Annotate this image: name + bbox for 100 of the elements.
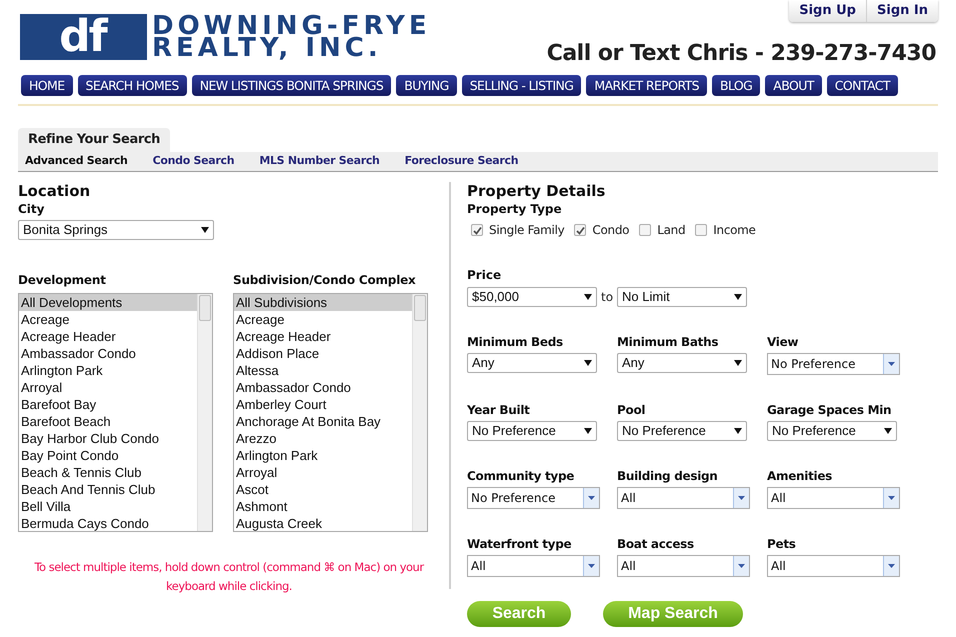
account-link[interactable]: Sign In xyxy=(866,0,938,22)
list-option[interactable]: Amberley Court xyxy=(234,396,412,413)
dropdown[interactable]: Any xyxy=(467,353,597,373)
nav-link[interactable]: SELLING - LISTING xyxy=(462,75,582,96)
list-option[interactable]: All Subdivisions xyxy=(234,294,412,311)
field-label: Development xyxy=(18,272,107,288)
dropdown[interactable]: Any xyxy=(617,353,747,373)
list-option[interactable]: Acreage xyxy=(234,311,412,328)
range-separator: to xyxy=(601,289,614,306)
dropdown[interactable]: No Limit xyxy=(617,287,748,307)
list-option[interactable]: Altessa xyxy=(234,362,412,379)
field-label: Subdivision/Condo Complex xyxy=(233,272,417,288)
caret-icon xyxy=(888,564,895,568)
caret-icon xyxy=(884,427,892,435)
nav-link[interactable]: BLOG xyxy=(712,75,760,96)
scrollbar[interactable] xyxy=(412,294,427,531)
list-option[interactable]: All Developments xyxy=(19,294,197,311)
caret-icon xyxy=(584,359,592,367)
field-label: Pets xyxy=(767,536,797,552)
checkbox-label: Single Family xyxy=(489,222,564,239)
dropdown[interactable]: All xyxy=(767,487,900,509)
company-name: DOWNING-FRYE xyxy=(152,15,431,37)
company-name: REALTY, INC. xyxy=(152,37,382,59)
dropdown[interactable]: All xyxy=(617,555,750,577)
dropdown[interactable]: No Preference xyxy=(617,421,747,441)
search-tab[interactable]: MLS Number Search xyxy=(259,153,380,170)
list-option[interactable]: Bell Villa xyxy=(19,498,197,515)
list-option[interactable]: Ashmont xyxy=(234,498,412,515)
field-label: View xyxy=(767,334,800,350)
checkbox-label: Condo xyxy=(592,222,630,239)
dropdown[interactable]: Bonita Springs xyxy=(18,220,214,240)
nav-link[interactable]: CONTACT xyxy=(826,75,898,96)
dropdown[interactable]: No Preference xyxy=(467,421,597,441)
field-label: Garage Spaces Min xyxy=(767,402,892,418)
list-option[interactable]: Beach & Tennis Club xyxy=(19,464,197,481)
dropdown[interactable]: All xyxy=(767,555,900,577)
caret-icon xyxy=(734,427,742,435)
list-option[interactable]: Arlington Park xyxy=(234,447,412,464)
dropdown[interactable]: No Preference xyxy=(767,421,897,441)
list-option[interactable]: Acreage Header xyxy=(234,328,412,345)
search-tab[interactable]: Advanced Search xyxy=(25,153,128,170)
list-option[interactable]: Bay Harbor Club Condo xyxy=(19,430,197,447)
list-option[interactable]: Arezzo xyxy=(234,430,412,447)
nav-link[interactable]: BUYING xyxy=(396,75,457,96)
dropdown[interactable]: All xyxy=(617,487,750,509)
nav-link[interactable]: NEW LISTINGS BONITA SPRINGS xyxy=(192,75,392,96)
checkbox-label: Land xyxy=(657,222,686,239)
search-tab[interactable]: Condo Search xyxy=(152,153,234,170)
caret-icon xyxy=(738,496,745,500)
list-option[interactable]: Bay Point Condo xyxy=(19,447,197,464)
list-option[interactable]: Arroyal xyxy=(19,379,197,396)
caret-icon xyxy=(738,564,745,568)
caret-icon xyxy=(888,362,895,366)
checkbox[interactable] xyxy=(471,224,483,236)
nav-link[interactable]: MARKET REPORTS xyxy=(586,75,708,96)
list-option[interactable]: Arroyal xyxy=(234,464,412,481)
account-link[interactable]: Sign Up xyxy=(789,0,866,22)
list-option[interactable]: Ambassador Condo xyxy=(19,345,197,362)
nav-link[interactable]: HOME xyxy=(21,75,73,96)
logo-mark: df xyxy=(20,14,147,60)
checkbox[interactable] xyxy=(695,224,708,236)
section-heading: Location xyxy=(18,182,92,201)
list-option[interactable]: Arlington Park xyxy=(19,362,197,379)
list-option[interactable]: Beach And Tennis Club xyxy=(19,481,197,498)
scrollbar[interactable] xyxy=(197,294,212,531)
list-option[interactable]: Augusta Creek xyxy=(234,515,412,531)
dropdown[interactable]: All xyxy=(467,555,600,577)
nav-link[interactable]: ABOUT xyxy=(765,75,822,96)
list-option[interactable]: Barefoot Beach xyxy=(19,413,197,430)
checkbox[interactable] xyxy=(639,224,652,236)
panel-tab[interactable]: Refine Your Search xyxy=(18,128,170,152)
field-label: Pool xyxy=(617,402,646,418)
checkbox-label: Income xyxy=(713,222,756,239)
caret-icon xyxy=(588,564,595,568)
list-box[interactable]: All Subdivisions Acreage Acreage Header Addison Place Altessa Ambassador Condo Amberley Court Anchorage At Bonita Bay Arezzo Arlington Park Arroyal Ascot Ashmont Augusta Creek xyxy=(233,293,428,532)
list-option[interactable]: Bermuda Cays Condo xyxy=(19,515,197,531)
field-label: Waterfront type xyxy=(467,536,572,552)
caret-icon xyxy=(888,496,895,500)
list-option[interactable]: Anchorage At Bonita Bay xyxy=(234,413,412,430)
field-label: Year Built xyxy=(467,402,531,418)
field-label: Building design xyxy=(617,468,719,484)
list-option[interactable]: Barefoot Bay xyxy=(19,396,197,413)
section-heading: Property Details xyxy=(467,182,606,201)
field-label: Minimum Beds xyxy=(467,334,564,350)
caret-icon xyxy=(584,293,592,301)
search-tab[interactable]: Foreclosure Search xyxy=(404,153,518,170)
list-option[interactable]: Acreage xyxy=(19,311,197,328)
dropdown[interactable]: $50,000 xyxy=(467,287,597,307)
field-label: City xyxy=(18,201,46,217)
dropdown[interactable]: No Preference xyxy=(467,487,600,509)
caret-icon xyxy=(201,226,209,234)
nav-link[interactable]: SEARCH HOMES xyxy=(78,75,187,96)
list-option[interactable]: Acreage Header xyxy=(19,328,197,345)
list-box[interactable] xyxy=(18,293,213,532)
list-option[interactable]: Ascot xyxy=(234,481,412,498)
caret-icon xyxy=(588,496,595,500)
checkbox[interactable] xyxy=(574,224,586,236)
list-option[interactable]: Addison Place xyxy=(234,345,412,362)
list-option[interactable]: Ambassador Condo xyxy=(234,379,412,396)
dropdown[interactable]: No Preference xyxy=(767,353,900,375)
